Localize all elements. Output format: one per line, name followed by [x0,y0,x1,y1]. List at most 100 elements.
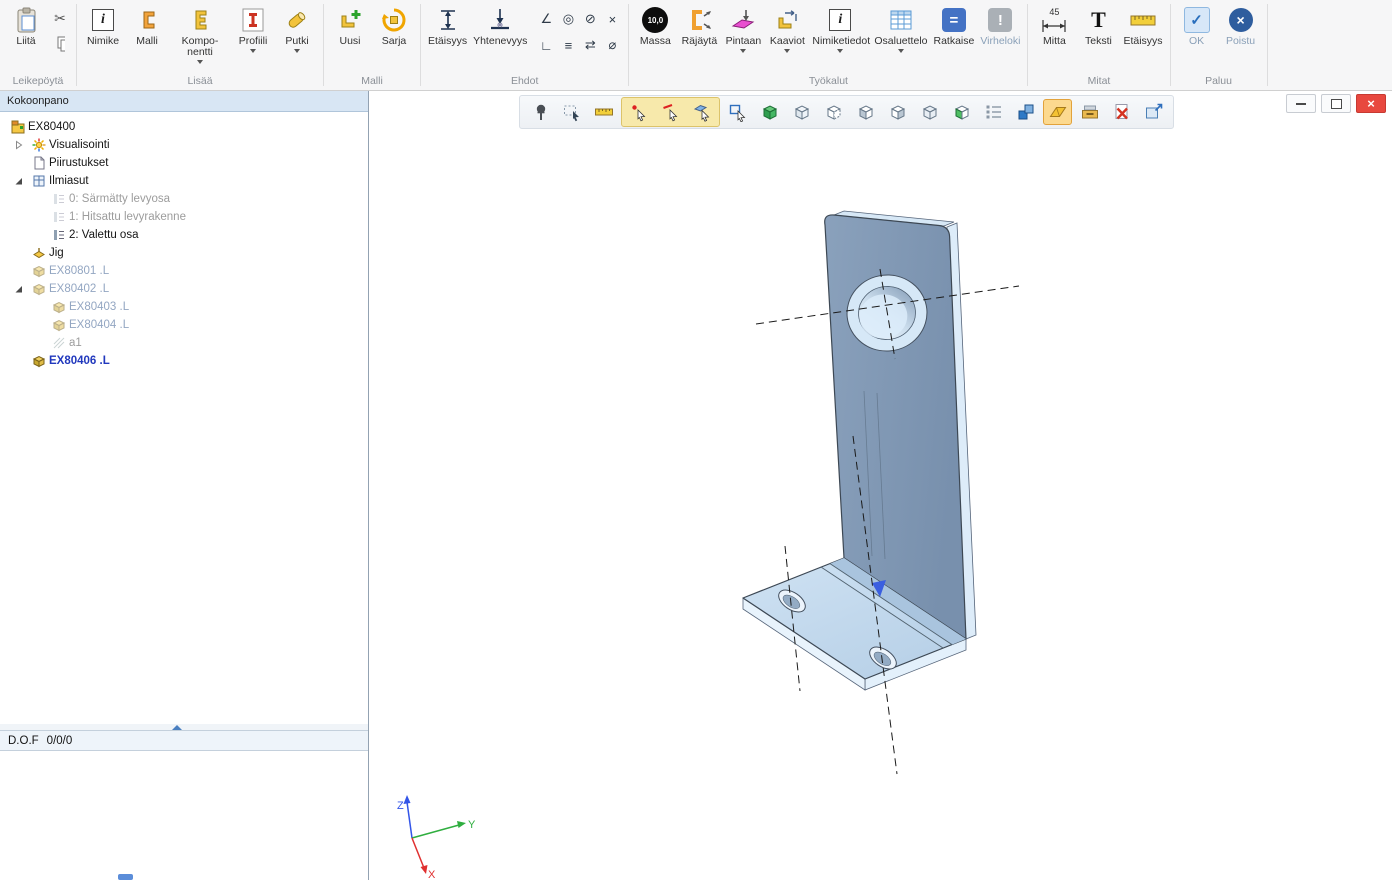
distance-measure-button[interactable]: Etäisyys [1121,1,1164,47]
panel-lower-area [0,751,368,874]
tree-item-ilmiasut[interactable]: Ilmiasut [0,172,368,190]
scrollbar-thumb[interactable] [118,874,133,880]
cube-right-face-icon[interactable] [883,99,912,125]
snap-mode-group [621,97,720,127]
paste-button[interactable]: Liitä [5,1,47,47]
to-surface-button[interactable]: Pintaan [722,1,764,53]
appearances-icon [31,174,46,189]
group-label-insert: Lisää [82,74,318,90]
tree-item-ex80402[interactable]: EX80402 .L [0,280,368,298]
diagrams-icon [772,4,802,36]
angle-constraint-icon[interactable]: ∠ [535,6,557,32]
part-icon [51,300,66,315]
part-icon [31,264,46,279]
item-button[interactable]: i Nimike [82,1,124,47]
series-button[interactable]: Sarja [373,1,415,47]
part-list-button[interactable]: Osaluettelo [872,1,929,53]
paste-label: Liitä [16,36,35,47]
text-icon: T [1091,4,1106,36]
cut-button[interactable]: ✂ [49,7,71,29]
snap-face-icon[interactable] [688,99,717,125]
error-log-button[interactable]: ! Virheloki [978,1,1022,47]
workplane-icon[interactable] [1043,99,1072,125]
dropdown-arrow-icon [197,60,203,64]
error-log-icon: ! [988,4,1012,36]
pin-icon[interactable] [525,99,554,125]
profile-button[interactable]: Profiili [232,1,274,53]
cube-left-face-icon[interactable] [851,99,880,125]
tangent-constraint-icon[interactable]: ⊘ [579,6,601,32]
tree-item-sarmatty-levyosa[interactable]: 0: Särmätty levyosa [0,190,368,208]
parallel-constraint-icon[interactable]: ≡ [557,32,579,58]
collapse-arrow-icon[interactable] [10,283,28,295]
group-label-clipboard: Leikepöytä [5,74,71,90]
to-surface-icon [728,4,758,36]
concentric-constraint-icon[interactable]: ◎ [557,6,579,32]
tree-item-piirustukset[interactable]: Piirustukset [0,154,368,172]
tree-list-icon[interactable] [979,99,1008,125]
tree-item-ex80400[interactable]: EX80400 [0,118,368,136]
select-part-icon[interactable] [723,99,752,125]
assembly-root-icon [10,120,25,135]
drawer-icon[interactable] [1075,99,1104,125]
tree-item-ex80801[interactable]: EX80801 .L [0,262,368,280]
clipboard-icon [11,4,41,36]
distance-condition-button[interactable]: Etäisyys [426,1,469,47]
explode-button[interactable]: Räjäytä [678,1,720,47]
coincidence-button[interactable]: Yhtenevyys [471,1,529,47]
solve-icon: = [942,4,966,36]
perpendicular-constraint-icon[interactable]: ∟ [535,32,557,58]
snap-edge-icon[interactable] [656,99,685,125]
box-select-icon[interactable] [557,99,586,125]
tree-item-jig[interactable]: Jig [0,244,368,262]
ok-button[interactable]: ✓ OK [1176,1,1218,47]
new-button[interactable]: Uusi [329,1,371,47]
exit-button[interactable]: × Poistu [1220,1,1262,47]
diameter-constraint-icon[interactable]: ⌀ [601,32,623,58]
c-profile-icon [132,4,162,36]
tree-item-visualisointi[interactable]: Visualisointi [0,136,368,154]
solve-button[interactable]: = Ratkaise [932,1,977,47]
mass-button[interactable]: 10,0 Massa [634,1,676,47]
delete-icon[interactable] [1107,99,1136,125]
cube-white-icon[interactable] [819,99,848,125]
measure-icon[interactable] [589,99,618,125]
component-button[interactable]: Kompo-nentti [170,1,230,64]
cube-green-face-icon[interactable] [947,99,976,125]
cross-constraint-icon[interactable]: × [601,6,623,32]
part-icon [51,318,66,333]
restore-button[interactable] [1321,94,1351,113]
pipe-button[interactable]: Putki [276,1,318,53]
tree-item-valettu-osa[interactable]: 2: Valettu osa [0,226,368,244]
dropdown-arrow-icon [837,49,843,53]
i-beam-icon [238,4,268,36]
close-button[interactable]: × [1356,94,1386,113]
snap-point-icon[interactable] [624,99,653,125]
panel-splitter[interactable] [0,724,368,731]
dimension-button[interactable]: 45 Mitta [1033,1,1075,47]
model-button[interactable]: Malli [126,1,168,47]
diagrams-button[interactable]: Kaaviot [766,1,808,53]
tree-item-ex80406[interactable]: EX80406 .L [0,352,368,370]
minimize-button[interactable] [1286,94,1316,113]
e-profile-icon [185,4,215,36]
axis-y-label: Y [468,819,476,831]
copy-button[interactable] [49,33,71,55]
assembly-blocks-icon[interactable] [1011,99,1040,125]
model-3d-bracket[interactable]: Z Y X [369,91,1392,880]
select-body-icon[interactable] [755,99,784,125]
collapse-arrow-icon[interactable] [10,175,28,187]
cube-light-icon[interactable] [915,99,944,125]
tree-item-a1[interactable]: a1 [0,334,368,352]
tree-item-ex80403[interactable]: EX80403 .L [0,298,368,316]
cube-shaded-icon[interactable] [787,99,816,125]
model-viewport[interactable]: Z Y X [369,91,1392,880]
tree-item-hitsattu-levyrakenne[interactable]: 1: Hitsattu levyrakenne [0,208,368,226]
expand-arrow-icon[interactable] [10,139,28,151]
tree-item-ex80404[interactable]: EX80404 .L [0,316,368,334]
item-data-button[interactable]: i Nimiketiedot [810,1,870,53]
text-button[interactable]: T Teksti [1077,1,1119,47]
appearance-item-icon [51,228,66,243]
opposite-constraint-icon[interactable]: ⇄ [579,32,601,58]
popout-window-icon[interactable] [1139,99,1168,125]
